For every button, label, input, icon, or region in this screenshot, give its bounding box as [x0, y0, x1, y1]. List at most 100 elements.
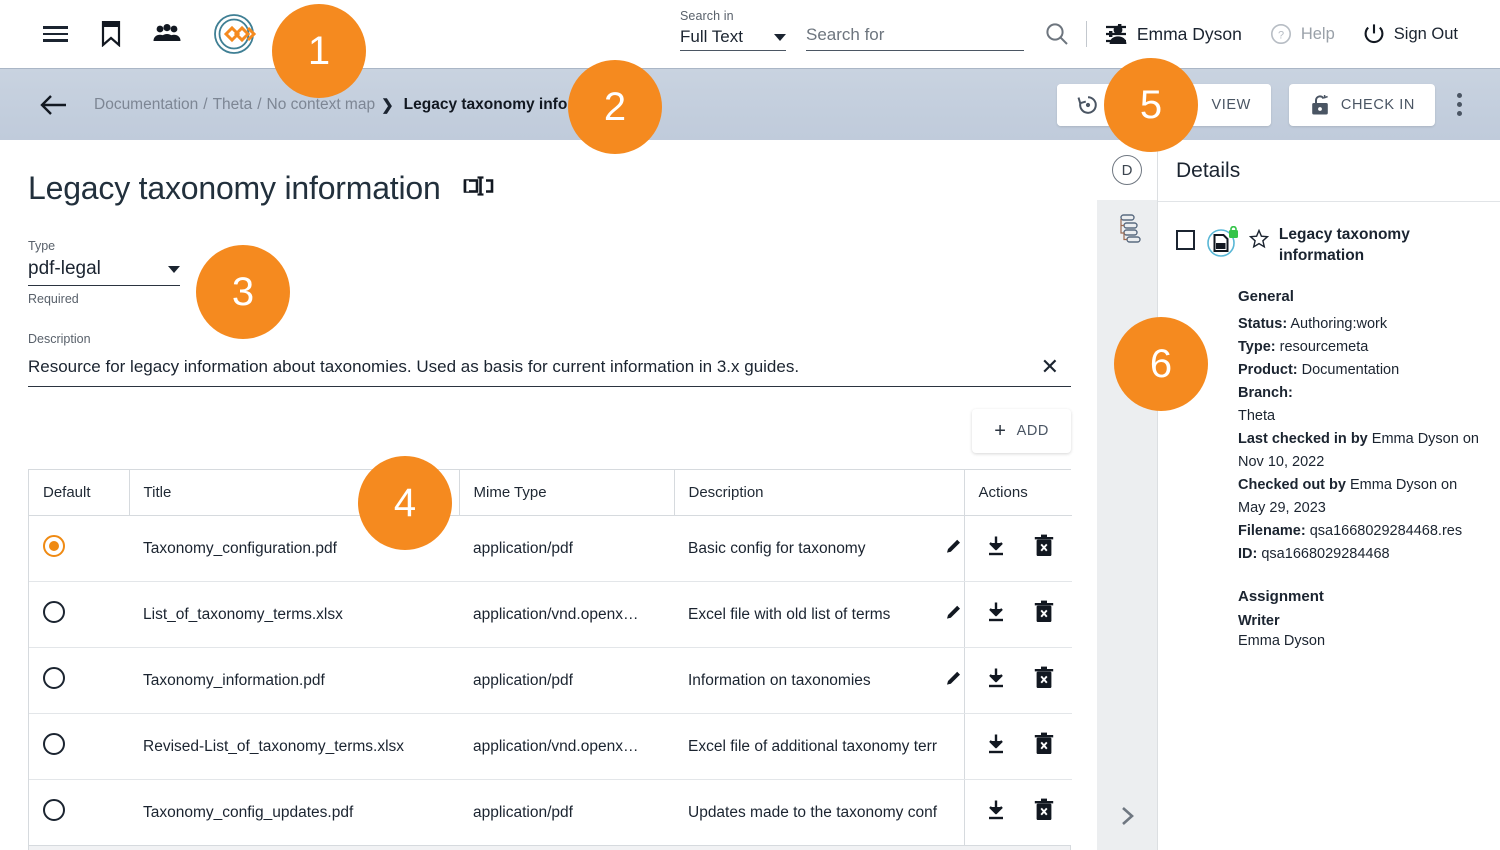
edit-pencil-icon[interactable] — [944, 668, 964, 693]
cell-actions — [963, 713, 1072, 780]
user-menu[interactable]: Emma Dyson — [1108, 24, 1242, 45]
cell-actions — [963, 515, 1072, 582]
chevron-right-icon[interactable] — [1117, 805, 1137, 832]
more-options-icon[interactable] — [1453, 89, 1466, 120]
cell-title: Taxonomy_config_updates.pdf — [129, 779, 459, 845]
check-in-button[interactable]: CHECK IN — [1288, 83, 1435, 126]
favorite-star-icon[interactable] — [1248, 228, 1270, 254]
close-icon[interactable]: ✕ — [1041, 356, 1063, 378]
details-field-label: Last checked in by — [1238, 431, 1368, 447]
details-field-label: Status: — [1238, 316, 1288, 332]
details-doc-name: Legacy taxonomy information — [1278, 226, 1410, 264]
details-field-value: Documentation — [1297, 362, 1400, 378]
search-in-label: Search in — [680, 9, 734, 23]
type-label: Type — [28, 239, 56, 253]
cell-title: Revised-List_of_taxonomy_terms.xlsx — [129, 713, 459, 780]
description-value[interactable]: Resource for legacy information about ta… — [28, 357, 799, 377]
table-row[interactable]: Revised-List_of_taxonomy_terms.xlsx appli… — [29, 713, 1072, 780]
breadcrumb-item-no-context-map[interactable]: No context map — [267, 96, 376, 114]
details-field-value: Authoring:work — [1287, 316, 1388, 332]
details-field-label: Type: — [1238, 339, 1276, 355]
user-name: Emma Dyson — [1136, 23, 1242, 44]
type-select[interactable]: pdf-legal — [28, 258, 180, 286]
bookmark-icon[interactable] — [96, 19, 126, 49]
revert-icon — [1077, 95, 1098, 114]
resource-link-icon[interactable] — [463, 175, 495, 202]
delete-icon[interactable] — [1033, 600, 1055, 629]
sign-out-button[interactable]: Sign Out — [1363, 23, 1458, 45]
delete-icon[interactable] — [1033, 666, 1055, 695]
details-field: Checked out by Emma Dyson on May 29, 202… — [1238, 474, 1484, 520]
back-button[interactable] — [40, 94, 68, 116]
cell-default — [29, 647, 129, 714]
column-header-default[interactable]: Default — [29, 470, 129, 516]
breadcrumb-item-theta[interactable]: Theta — [213, 96, 253, 114]
view-button[interactable]: VIEW — [1191, 83, 1271, 126]
default-radio[interactable] — [43, 733, 65, 755]
edit-pencil-icon[interactable] — [944, 602, 964, 627]
details-field: Product: Documentation — [1238, 359, 1484, 382]
details-field-label: Branch: — [1238, 385, 1293, 401]
table-row[interactable]: List_of_taxonomy_terms.xlsx application/v… — [29, 581, 1072, 648]
download-icon[interactable] — [985, 535, 1007, 562]
description-input-row[interactable]: Resource for legacy information about ta… — [28, 350, 1071, 387]
details-field-value: qsa1668029284468.res — [1305, 523, 1463, 539]
search-icon[interactable] — [1042, 19, 1072, 49]
people-icon[interactable] — [152, 19, 182, 49]
table-row[interactable]: Taxonomy_config_updates.pdf application/p… — [29, 779, 1072, 845]
search-in-select[interactable]: Full Text — [680, 27, 786, 51]
delete-icon[interactable] — [1033, 534, 1055, 563]
cell-default — [29, 779, 129, 845]
default-radio[interactable] — [43, 799, 65, 821]
details-header: Details — [1158, 140, 1500, 202]
download-icon[interactable] — [985, 733, 1007, 760]
select-checkbox[interactable] — [1176, 230, 1195, 250]
edit-pencil-icon[interactable] — [944, 536, 964, 561]
details-field: Branch: — [1238, 382, 1484, 405]
details-field-label: Product: — [1238, 362, 1298, 378]
rail-expand[interactable] — [1097, 805, 1157, 832]
cell-description: Updates made to the taxonomy conf — [674, 779, 964, 845]
lock-check-in-icon — [1312, 94, 1328, 114]
add-button[interactable]: + ADD — [972, 409, 1071, 453]
description-field: Description Resource for legacy informat… — [28, 332, 1071, 387]
breadcrumb-item-documentation[interactable]: Documentation — [94, 96, 198, 114]
page-title-row: Legacy taxonomy information — [28, 170, 1067, 207]
details-field-label: Filename: — [1238, 523, 1306, 539]
cell-description-text: Information on taxonomies — [688, 671, 871, 689]
horizontal-scrollbar[interactable]: ◀ ▶ — [29, 845, 1070, 850]
type-value: pdf-legal — [28, 258, 101, 279]
download-icon[interactable] — [985, 799, 1007, 826]
app-header: Search in Full Text Search for Emma Dyso… — [0, 0, 1500, 68]
column-header-mime-type[interactable]: Mime Type — [458, 470, 674, 516]
download-icon[interactable] — [985, 601, 1007, 628]
files-table-body: Taxonomy_configuration.pdf application/pd… — [29, 515, 1072, 845]
plus-icon: + — [994, 420, 1007, 442]
page-title: Legacy taxonomy information — [28, 170, 441, 206]
details-field: Status: Authoring:work — [1238, 313, 1484, 336]
search-in-field[interactable]: Search in Full Text — [680, 8, 786, 51]
brand-logo-icon[interactable] — [208, 12, 266, 56]
help-button[interactable]: ? Help — [1270, 23, 1335, 45]
details-assignment-title: Assignment — [1238, 588, 1324, 605]
download-icon[interactable] — [985, 667, 1007, 694]
default-radio[interactable] — [43, 535, 65, 557]
delete-icon[interactable] — [1033, 798, 1055, 827]
rail-tab-hierarchy[interactable] — [1097, 200, 1157, 260]
menu-icon[interactable] — [40, 19, 70, 49]
search-for-field[interactable] — [806, 25, 1024, 51]
table-row[interactable]: Taxonomy_information.pdf application/pdf I… — [29, 647, 1072, 714]
files-table-wrapper: Default Title Mime Type Description Acti… — [28, 469, 1072, 850]
default-radio[interactable] — [43, 601, 65, 623]
breadcrumb-bar: Documentation / Theta / No context map ❯… — [0, 68, 1500, 140]
search-input[interactable] — [806, 25, 1024, 51]
table-row[interactable]: Taxonomy_configuration.pdf application/pd… — [29, 515, 1072, 582]
column-header-description[interactable]: Description — [673, 470, 964, 516]
cell-mime-type: application/vnd.openx… — [459, 713, 674, 780]
default-radio[interactable] — [43, 667, 65, 689]
view-label: VIEW — [1211, 96, 1251, 113]
cell-actions — [963, 779, 1072, 845]
delete-icon[interactable] — [1033, 732, 1055, 761]
breadcrumb: Documentation / Theta / No context map ❯… — [94, 96, 624, 114]
details-field-label: Checked out by — [1238, 477, 1346, 493]
